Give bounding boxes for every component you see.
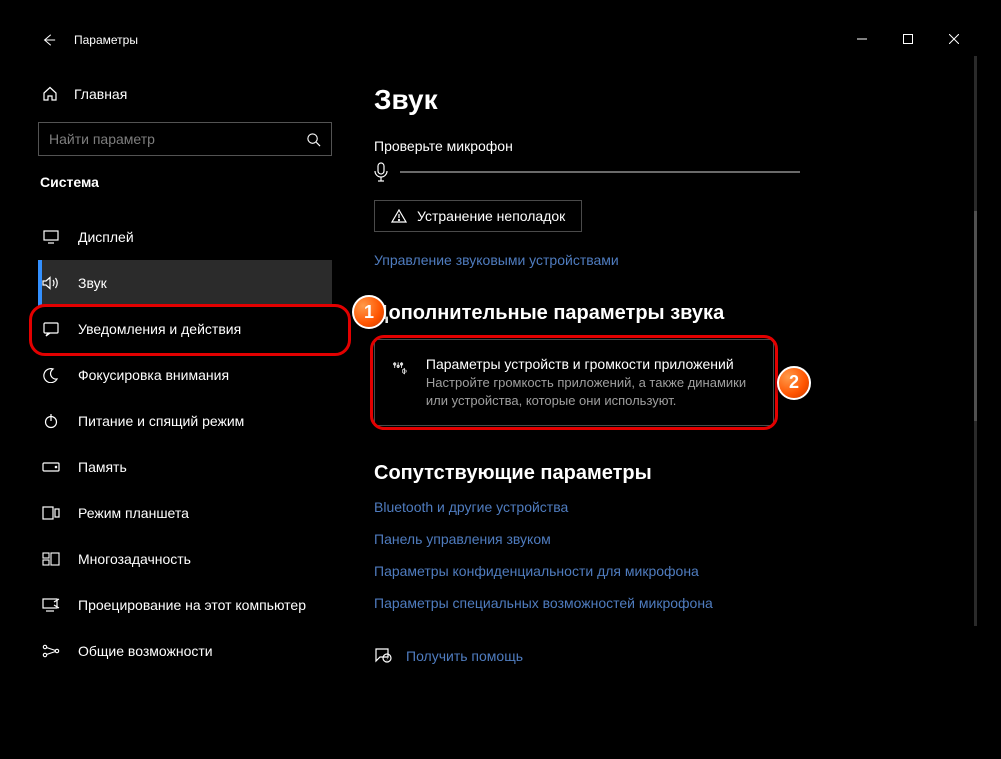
sidebar-item-focus-assist[interactable]: Фокусировка внимания [38,352,332,398]
main-panel: Звук Проверьте микрофон Устранение непол… [346,56,977,719]
shared-icon [42,644,60,658]
multitask-icon [42,552,60,566]
help-row: ? Получить помощь [374,647,957,665]
related-link-sound-control-panel[interactable]: Панель управления звуком [374,531,957,547]
sidebar-item-shared[interactable]: Общие возможности [38,628,332,674]
tablet-icon [42,506,60,520]
search-input[interactable] [49,131,306,147]
annotation-badge-1: 1 [352,295,386,329]
content-area: Главная Система Дисплей Звук [24,56,977,719]
minimize-button[interactable] [839,24,885,54]
minimize-icon [857,34,867,44]
sidebar-item-label: Память [78,459,127,475]
search-box[interactable] [38,122,332,156]
sidebar-item-label: Фокусировка внимания [78,367,229,383]
close-button[interactable] [931,24,977,54]
related-params-header: Сопутствующие параметры [374,462,957,485]
warning-icon [391,209,407,223]
moon-icon [42,367,60,383]
display-icon [42,230,60,244]
get-help-link[interactable]: Получить помощь [406,648,523,664]
home-nav[interactable]: Главная [38,74,332,114]
page-title: Звук [374,84,957,116]
search-icon [306,132,321,147]
sidebar-item-label: Уведомления и действия [78,321,241,337]
sidebar-item-notifications[interactable]: Уведомления и действия [38,306,332,352]
sidebar-item-label: Общие возможности [78,643,213,659]
troubleshoot-button[interactable]: Устранение неполадок [374,200,582,232]
storage-icon [42,462,60,472]
home-label: Главная [74,86,127,102]
related-link-bluetooth[interactable]: Bluetooth и другие устройства [374,499,957,515]
sidebar-item-sound[interactable]: Звук [38,260,332,306]
sidebar-item-label: Многозадачность [78,551,191,567]
pref-card-text: Параметры устройств и громкости приложен… [426,356,755,409]
maximize-icon [903,34,913,44]
related-links: Bluetooth и другие устройства Панель упр… [374,499,957,611]
mic-test-row [374,162,957,182]
advanced-sound-header: Дополнительные параметры звука [374,302,957,325]
sidebar-item-label: Проецирование на этот компьютер [78,597,306,613]
sidebar-item-multitasking[interactable]: Многозадачность [38,536,332,582]
annotation-badge-2: 2 [777,366,811,400]
caption-buttons [839,24,977,54]
titlebar: Параметры [24,24,977,56]
arrow-left-icon [42,33,56,47]
related-link-mic-privacy[interactable]: Параметры конфиденциальности для микрофо… [374,563,957,579]
group-header-system: Система [38,174,332,190]
sidebar-item-label: Питание и спящий режим [78,413,244,429]
sidebar-item-label: Звук [78,275,107,291]
home-icon [42,86,58,102]
pref-card-title: Параметры устройств и громкости приложен… [426,356,755,372]
back-button[interactable] [34,25,64,55]
project-icon [42,598,60,612]
mixer-icon [393,356,408,380]
sidebar-item-label: Режим планшета [78,505,189,521]
related-link-mic-accessibility[interactable]: Параметры специальных возможностей микро… [374,595,957,611]
mic-level-bar [400,171,800,173]
help-chat-icon: ? [374,647,392,665]
sidebar-item-storage[interactable]: Память [38,444,332,490]
settings-window: Параметры Главная Система [24,24,977,719]
troubleshoot-label: Устранение неполадок [417,208,565,224]
power-icon [42,413,60,429]
sidebar: Главная Система Дисплей Звук [24,56,346,719]
sidebar-item-tablet-mode[interactable]: Режим планшета [38,490,332,536]
sidebar-item-label: Дисплей [78,229,134,245]
pref-card-description: Настройте громкость приложений, а также … [426,374,755,409]
close-icon [949,34,959,44]
app-volume-device-prefs-card[interactable]: Параметры устройств и громкости приложен… [374,339,774,426]
sound-icon [42,275,60,291]
mic-check-label: Проверьте микрофон [374,138,957,154]
microphone-icon [374,162,388,182]
sidebar-item-projecting[interactable]: Проецирование на этот компьютер [38,582,332,628]
window-title: Параметры [74,33,138,47]
nav-list: Дисплей Звук Уведомления и действия [38,214,332,674]
svg-text:?: ? [386,657,389,663]
sidebar-item-power[interactable]: Питание и спящий режим [38,398,332,444]
maximize-button[interactable] [885,24,931,54]
sidebar-item-display[interactable]: Дисплей [38,214,332,260]
device-management-link[interactable]: Управление звуковыми устройствами [374,252,957,268]
scrollbar-thumb[interactable] [974,211,977,421]
chat-icon [42,321,60,337]
